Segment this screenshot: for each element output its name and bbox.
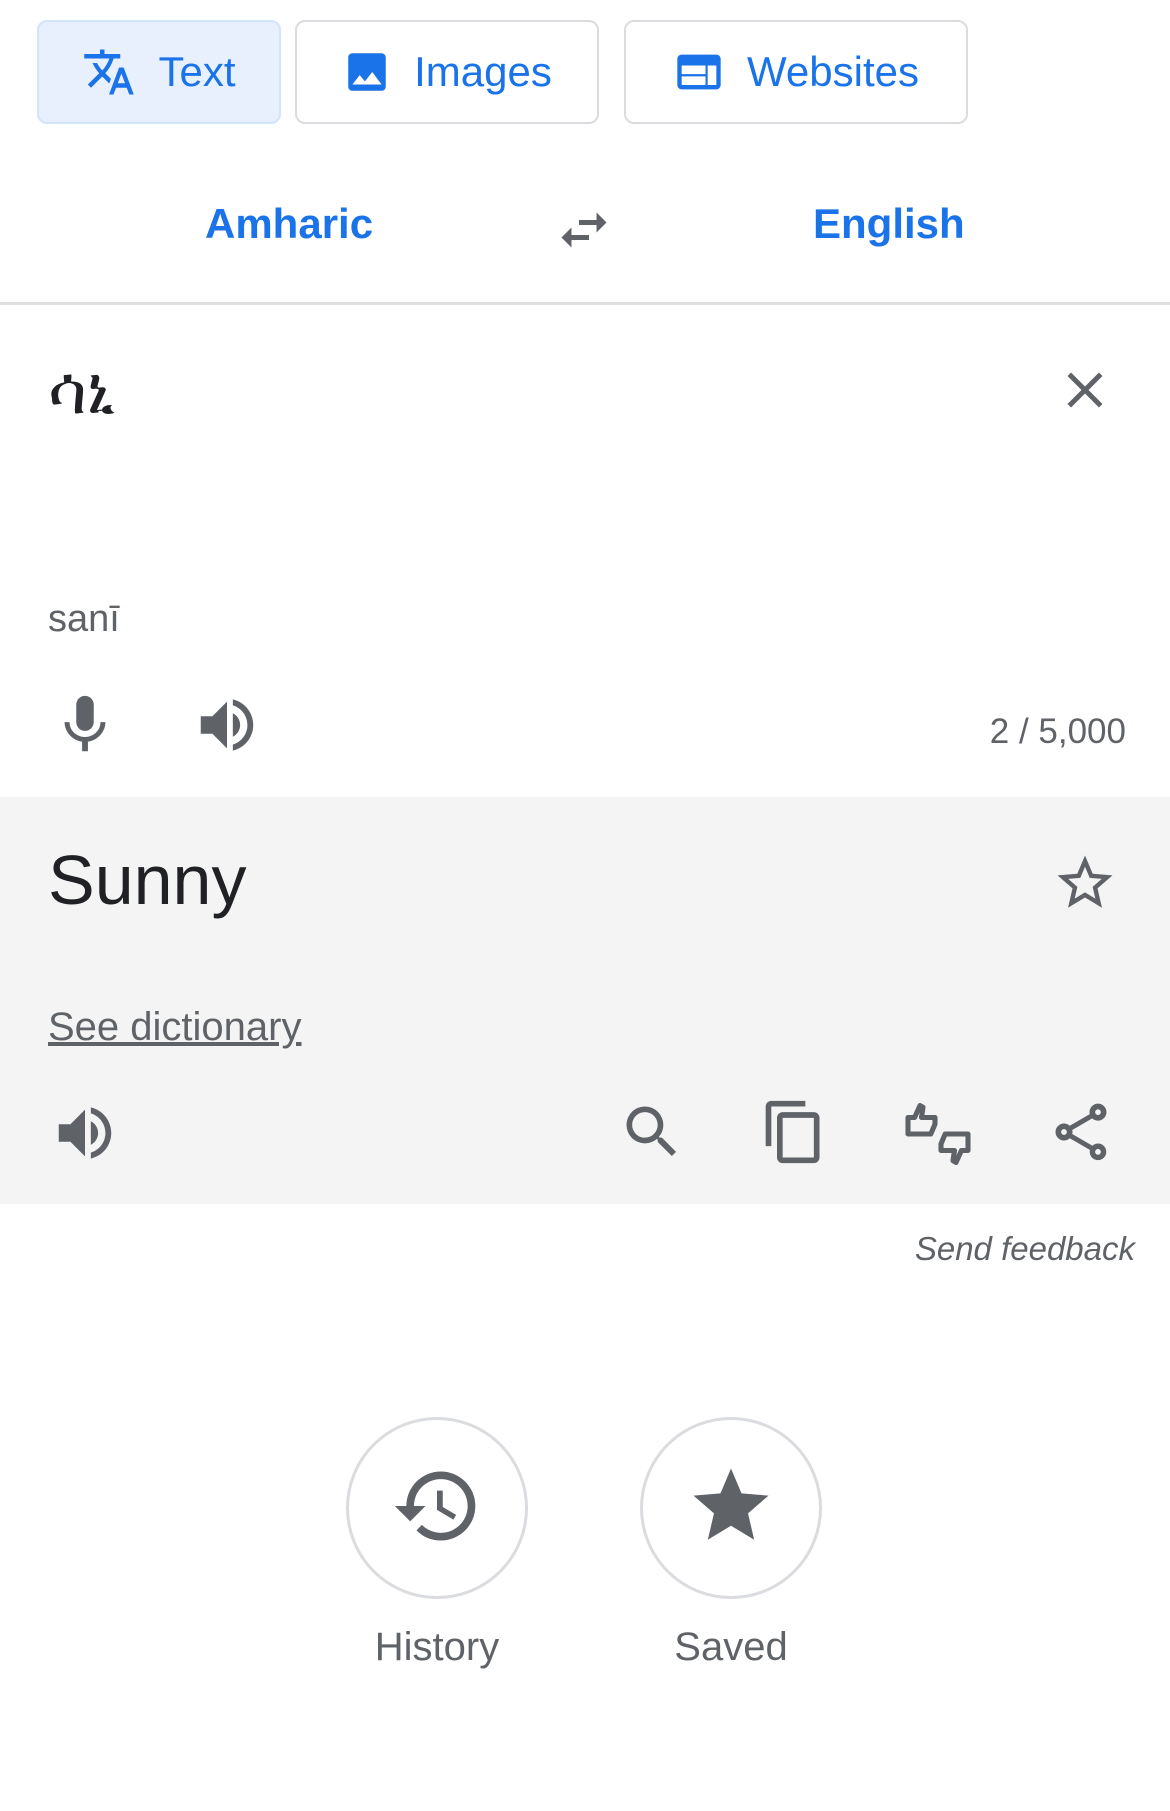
history-icon <box>391 1460 483 1557</box>
character-count: 2 / 5,000 <box>989 712 1126 751</box>
translation-output: Sunny <box>48 841 247 919</box>
source-text-input[interactable]: ሳኒ <box>48 352 115 431</box>
search-icon <box>618 1106 686 1170</box>
star-icon <box>686 1461 776 1556</box>
mode-tab-images[interactable]: Images <box>295 20 599 124</box>
microphone-icon <box>50 695 120 764</box>
mode-tab-websites-label: Websites <box>747 48 919 95</box>
listen-translation-button[interactable] <box>50 1098 120 1168</box>
history-label: History <box>374 1625 500 1669</box>
share-button[interactable] <box>1047 1098 1117 1168</box>
target-language-button[interactable]: English <box>813 200 965 248</box>
search-button[interactable] <box>618 1098 688 1168</box>
transliteration: sanī <box>48 598 120 640</box>
translate-icon <box>82 45 136 99</box>
listen-source-button[interactable] <box>192 690 262 760</box>
mode-tab-text-label: Text <box>158 48 236 95</box>
clear-input-button[interactable] <box>1055 360 1115 420</box>
saved-label: Saved <box>674 1625 788 1669</box>
speaker-icon <box>50 1107 120 1172</box>
see-dictionary-link[interactable]: See dictionary <box>48 1005 301 1050</box>
microphone-button[interactable] <box>50 690 120 760</box>
mode-tab-text[interactable]: Text <box>37 20 281 124</box>
copy-icon <box>760 1100 828 1170</box>
save-translation-button[interactable] <box>1052 850 1122 920</box>
swap-languages-button[interactable] <box>552 200 616 260</box>
image-icon <box>342 47 392 97</box>
web-icon <box>673 46 725 98</box>
share-icon <box>1047 1103 1115 1170</box>
mode-tab-images-label: Images <box>414 48 552 95</box>
saved-button[interactable] <box>640 1417 822 1599</box>
star-outline-icon <box>1052 855 1118 920</box>
copy-button[interactable] <box>760 1098 830 1168</box>
swap-icon <box>552 212 616 264</box>
history-button[interactable] <box>346 1417 528 1599</box>
thumbs-up-down-icon <box>902 1102 974 1174</box>
divider <box>0 302 1170 305</box>
send-feedback-link[interactable]: Send feedback <box>915 1230 1135 1268</box>
close-icon <box>1055 372 1115 424</box>
rate-translation-button[interactable] <box>902 1098 972 1168</box>
source-language-button[interactable]: Amharic <box>205 200 373 248</box>
speaker-icon <box>192 699 262 764</box>
mode-tab-websites[interactable]: Websites <box>624 20 968 124</box>
